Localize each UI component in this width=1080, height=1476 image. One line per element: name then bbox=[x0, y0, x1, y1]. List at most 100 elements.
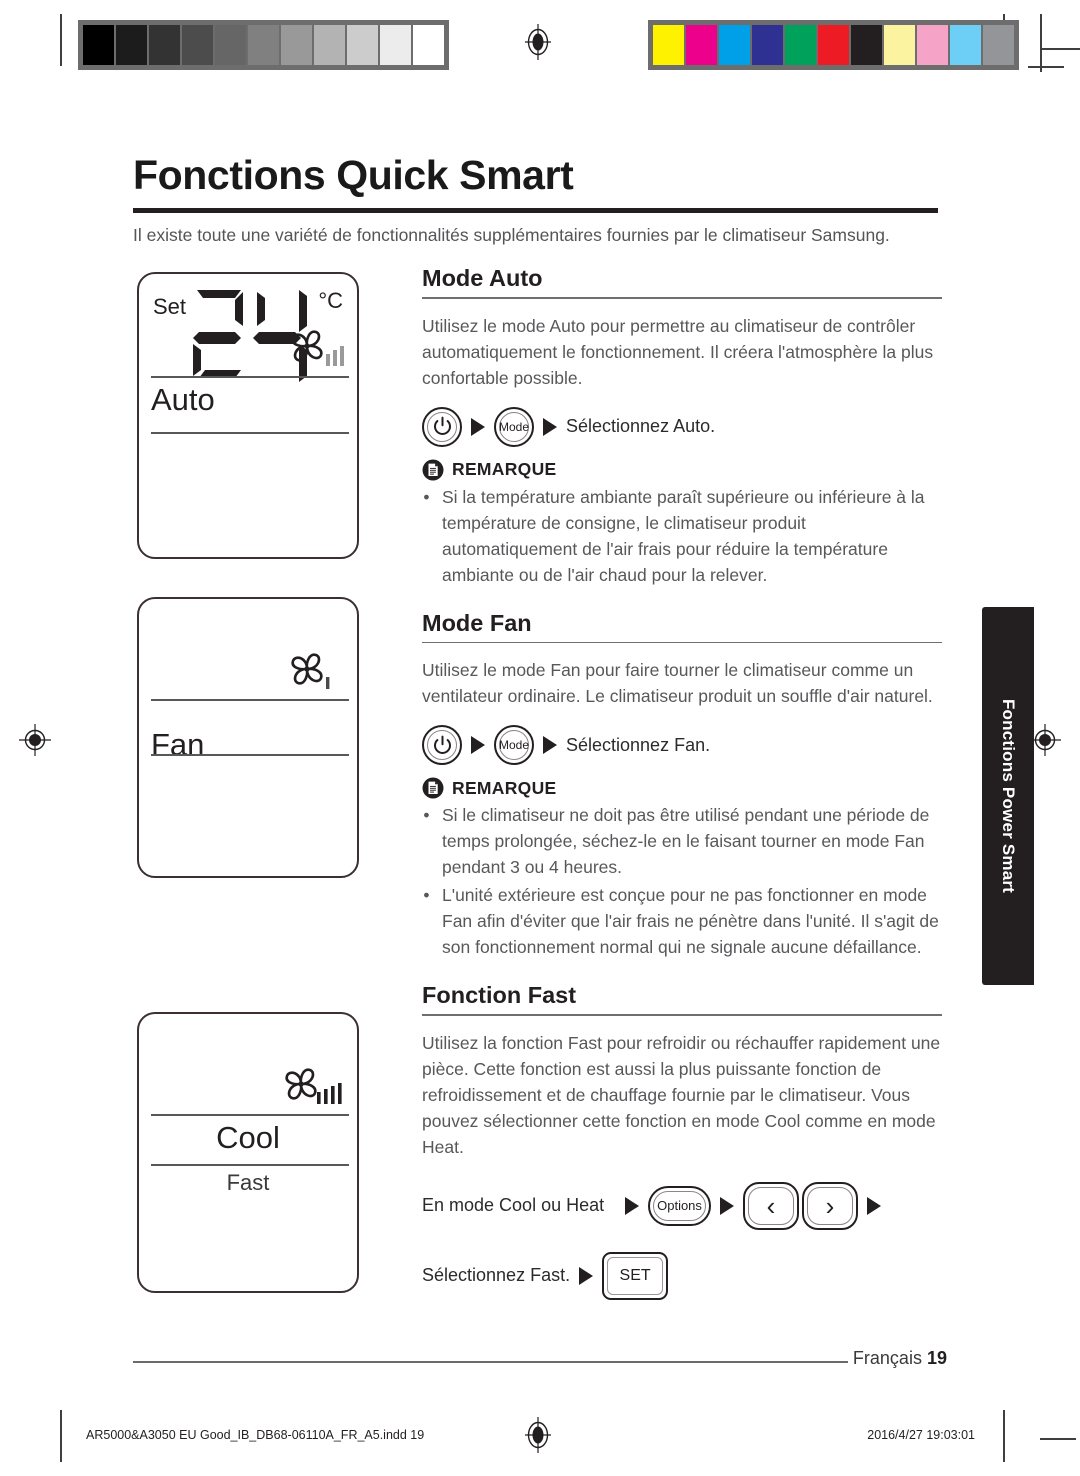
lcd-mode-label: Auto bbox=[151, 382, 215, 417]
color-swatch-9 bbox=[950, 25, 981, 65]
section-body: Utilisez le mode Fan pour faire tourner … bbox=[422, 660, 933, 707]
grayscale-swatch-2 bbox=[149, 25, 180, 65]
fast-step-text: Sélectionnez Fast. bbox=[422, 1265, 571, 1286]
chevron-right-icon: › bbox=[825, 1190, 835, 1221]
power-button[interactable] bbox=[422, 406, 462, 447]
footer-page-number: 19 bbox=[926, 1348, 947, 1368]
right-arrow-button[interactable]: › bbox=[801, 1181, 858, 1230]
note-document-icon bbox=[422, 459, 444, 481]
color-swatch-5 bbox=[818, 25, 849, 65]
bullet-icon: • bbox=[423, 486, 430, 507]
crop-mark-tr-h1 bbox=[1040, 48, 1080, 50]
lcd-rule-upper bbox=[151, 1114, 349, 1117]
arrow-separator-icon bbox=[719, 1196, 734, 1215]
note-title: REMARQUE bbox=[452, 777, 557, 798]
note-title: REMARQUE bbox=[452, 459, 557, 480]
footer-page-indicator: Français 19 bbox=[853, 1348, 947, 1369]
arrow-separator-icon bbox=[471, 417, 485, 436]
lcd-display-auto: Set °C Auto bbox=[137, 272, 359, 559]
registration-mark-bottom-center bbox=[521, 1415, 555, 1453]
grayscale-swatch-1 bbox=[116, 25, 147, 65]
lcd-rule-upper bbox=[151, 699, 349, 702]
section-heading: Fonction Fast bbox=[422, 982, 577, 1009]
fan-speed-icon bbox=[285, 324, 349, 375]
lcd-rule-lower bbox=[151, 754, 349, 757]
grayscale-swatch-7 bbox=[314, 25, 345, 65]
mode-button-label: Mode bbox=[498, 738, 530, 753]
note-list-item: • Si la température ambiante paraît supé… bbox=[422, 484, 942, 588]
note-block: REMARQUE • Si le climatiseur ne doit pas… bbox=[422, 777, 942, 960]
lcd-rule-lower bbox=[151, 1164, 349, 1167]
color-swatch-8 bbox=[917, 25, 948, 65]
manual-page: Fonctions Quick Smart Il existe toute un… bbox=[0, 0, 1080, 1476]
crop-mark-top-h bbox=[1040, 14, 1042, 72]
grayscale-swatch-4 bbox=[215, 25, 246, 65]
chevron-left-icon: ‹ bbox=[766, 1190, 776, 1221]
crop-mark-br-v bbox=[1003, 1410, 1005, 1462]
options-button[interactable]: Options bbox=[648, 1185, 711, 1226]
grayscale-swatch-0 bbox=[83, 25, 114, 65]
power-icon bbox=[433, 735, 451, 754]
intro-paragraph: Il existe toute une variété de fonctionn… bbox=[133, 225, 890, 245]
lcd-mode-label: Cool bbox=[216, 1120, 280, 1155]
note-item-text: Si la température ambiante paraît supéri… bbox=[442, 486, 925, 585]
mode-button[interactable]: Mode bbox=[494, 725, 534, 766]
lcd-unit-celsius: °C bbox=[318, 288, 343, 313]
set-button-label: SET bbox=[619, 1266, 651, 1284]
side-tab: Fonctions Power Smart bbox=[982, 607, 1034, 985]
section-body: Utilisez la fonction Fast pour refroidir… bbox=[422, 1032, 941, 1157]
section-underline bbox=[422, 1014, 942, 1016]
color-calibration-bar bbox=[648, 20, 1019, 70]
arrow-separator-icon bbox=[471, 736, 485, 755]
footer-language: Français bbox=[852, 1348, 922, 1368]
step-sequence: Mode Sélectionnez Auto. bbox=[422, 406, 942, 447]
color-swatch-1 bbox=[686, 25, 717, 65]
left-arrow-button[interactable]: ‹ bbox=[742, 1181, 799, 1230]
step-instruction: Sélectionnez Auto. bbox=[566, 416, 716, 437]
section-mode-auto: Mode Auto Utilisez le mode Auto pour per… bbox=[422, 265, 942, 588]
crop-mark-tr-h2 bbox=[1028, 66, 1064, 68]
power-button[interactable] bbox=[422, 725, 462, 766]
page-title: Fonctions Quick Smart bbox=[133, 152, 574, 198]
mode-button[interactable]: Mode bbox=[494, 406, 534, 447]
crop-mark-bottom-right bbox=[1040, 1438, 1076, 1440]
section-body: Utilisez le mode Auto pour permettre au … bbox=[422, 315, 934, 388]
note-list-item: • L'unité extérieure est conçue pour ne … bbox=[422, 882, 942, 960]
color-swatch-3 bbox=[752, 25, 783, 65]
fast-step-sequence-line1: En mode Cool ou Heat Options ‹ › bbox=[422, 1181, 942, 1230]
color-swatch-4 bbox=[785, 25, 816, 65]
set-button[interactable]: SET bbox=[602, 1251, 669, 1300]
arrow-separator-icon bbox=[543, 736, 557, 755]
bullet-icon: • bbox=[423, 885, 430, 906]
step-instruction: Sélectionnez Fan. bbox=[566, 734, 711, 755]
fan-speed-icon bbox=[285, 647, 349, 698]
lcd-sub-label: Fast bbox=[226, 1170, 270, 1195]
section-underline bbox=[422, 297, 942, 299]
arrow-separator-icon bbox=[625, 1196, 640, 1215]
arrow-separator-icon bbox=[579, 1266, 594, 1285]
title-underline bbox=[133, 208, 938, 213]
fast-step-sequence-line2: Sélectionnez Fast. SET bbox=[422, 1251, 942, 1300]
side-tab-label: Fonctions Power Smart bbox=[999, 698, 1018, 894]
grayscale-swatch-3 bbox=[182, 25, 213, 65]
crop-mark-bl-v bbox=[60, 1410, 62, 1462]
power-icon bbox=[433, 416, 451, 436]
color-swatch-6 bbox=[851, 25, 882, 65]
grayscale-swatch-6 bbox=[281, 25, 312, 65]
grayscale-swatch-10 bbox=[413, 25, 444, 65]
note-item-text: L'unité extérieure est conçue pour ne pa… bbox=[442, 885, 939, 958]
registration-mark-left bbox=[18, 723, 52, 757]
color-swatch-0 bbox=[653, 25, 684, 65]
lcd-display-cool: Cool Fast bbox=[137, 1012, 359, 1293]
note-block: REMARQUE • Si la température ambiante pa… bbox=[422, 459, 942, 588]
lcd-display-fan: Fan bbox=[137, 597, 359, 878]
section-underline bbox=[422, 641, 942, 644]
lcd-mode-label: Fan bbox=[151, 727, 205, 762]
fast-step-text: En mode Cool ou Heat bbox=[422, 1195, 605, 1216]
grayscale-calibration-bar bbox=[78, 20, 449, 70]
section-heading: Mode Auto bbox=[422, 265, 543, 291]
section-mode-fan: Mode Fan Utilisez le mode Fan pour faire… bbox=[422, 610, 942, 961]
section-fonction-fast: Fonction Fast Utilisez la fonction Fast … bbox=[422, 982, 942, 1300]
footer-rule bbox=[133, 1361, 848, 1363]
note-document-icon bbox=[422, 777, 444, 799]
